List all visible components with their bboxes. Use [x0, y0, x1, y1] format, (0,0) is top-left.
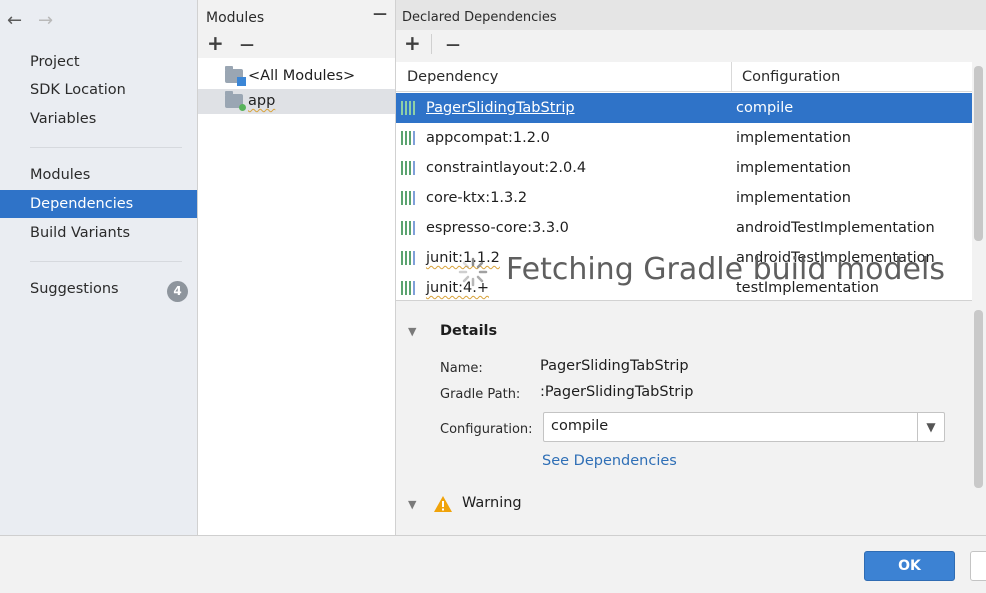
module-folder-icon [225, 91, 246, 111]
see-dependencies-link[interactable]: See Dependencies [542, 453, 677, 469]
warning-icon [434, 496, 452, 512]
modules-header: Modules — [198, 0, 395, 30]
back-arrow-icon[interactable]: ← [7, 10, 22, 31]
nav-item-modules[interactable]: Modules [0, 161, 197, 189]
warning-label[interactable]: Warning [462, 495, 522, 511]
nav-item-label: Suggestions [30, 281, 119, 297]
configuration-select-value: compile [551, 418, 609, 434]
module-item-all[interactable]: <All Modules> [198, 64, 395, 89]
dependency-configuration: androidTestImplementation [736, 220, 935, 236]
modules-toolbar: + — [198, 30, 395, 58]
library-icon [401, 251, 418, 265]
dependencies-header: Declared Dependencies [396, 0, 986, 30]
collapse-icon[interactable]: — [373, 6, 387, 22]
table-row[interactable]: PagerSlidingTabStrip compile [396, 93, 972, 123]
dependency-configuration: compile [736, 100, 794, 116]
remove-module-button[interactable]: — [240, 34, 254, 56]
nav-item-dependencies[interactable]: Dependencies [0, 190, 197, 218]
table-row[interactable]: espresso-core:3.3.0 androidTestImplement… [396, 213, 972, 243]
dependency-configuration: implementation [736, 160, 851, 176]
library-icon [401, 131, 418, 145]
cancel-button[interactable] [970, 551, 986, 581]
module-label: <All Modules> [248, 68, 356, 84]
library-icon [401, 101, 418, 115]
scrollbar-thumb[interactable] [974, 66, 983, 241]
details-title: Details [440, 323, 498, 339]
name-label: Name: [440, 361, 483, 376]
nav-item-label: Modules [30, 167, 91, 183]
details-panel: ▼ Details Name: PagerSlidingTabStrip Gra… [396, 300, 972, 535]
nav-item-variables[interactable]: Variables [0, 105, 197, 133]
collapse-triangle-icon[interactable]: ▼ [408, 498, 416, 511]
nav-item-label: Variables [30, 111, 97, 127]
module-item-app[interactable]: app [198, 89, 395, 114]
dialog-footer: OK [0, 535, 986, 593]
library-icon [401, 221, 418, 235]
chevron-down-icon[interactable]: ▼ [917, 413, 944, 441]
ok-button[interactable]: OK [864, 551, 955, 581]
dependency-name: core-ktx:1.3.2 [426, 190, 528, 206]
table-row[interactable]: appcompat:1.2.0 implementation [396, 123, 972, 153]
column-header-dependency[interactable]: Dependency [407, 69, 498, 85]
folder-icon [225, 66, 246, 86]
dependency-name: appcompat:1.2.0 [426, 130, 550, 146]
table-scrollbar[interactable] [972, 62, 986, 300]
gradle-path-label: Gradle Path: [440, 387, 521, 402]
module-label: app [248, 93, 276, 109]
nav-divider [30, 261, 182, 262]
nav-divider [30, 147, 182, 148]
dependency-configuration: implementation [736, 130, 851, 146]
suggestions-count-badge: 4 [167, 281, 188, 302]
declared-dependencies-title: Declared Dependencies [402, 10, 557, 25]
nav-item-label: SDK Location [30, 82, 126, 98]
details-scrollbar[interactable] [972, 300, 986, 535]
nav-item-build-variants[interactable]: Build Variants [0, 219, 197, 247]
nav-item-label: Build Variants [30, 225, 130, 241]
nav-item-suggestions[interactable]: Suggestions 4 [0, 275, 197, 303]
table-header: Dependency Configuration [396, 62, 972, 92]
dependency-name: constraintlayout:2.0.4 [426, 160, 587, 176]
name-value: PagerSlidingTabStrip [540, 358, 689, 374]
library-icon [401, 161, 418, 175]
nav-item-sdk-location[interactable]: SDK Location [0, 76, 197, 104]
dependency-configuration: implementation [736, 190, 851, 206]
add-dependency-button[interactable]: + [404, 32, 421, 54]
loading-message: Fetching Gradle build models [506, 252, 945, 287]
library-icon [401, 191, 418, 205]
library-icon [401, 281, 418, 295]
table-row[interactable]: constraintlayout:2.0.4 implementation [396, 153, 972, 183]
forward-arrow-icon[interactable]: → [38, 10, 53, 31]
configuration-select[interactable]: compile ▼ [543, 412, 945, 442]
add-module-button[interactable]: + [207, 32, 224, 54]
dependency-name: espresso-core:3.3.0 [426, 220, 569, 236]
modules-panel: Modules — + — <All Modules> app [197, 0, 396, 535]
nav-item-label: Project [30, 54, 80, 70]
gradle-path-value: :PagerSlidingTabStrip [540, 384, 694, 400]
configuration-label: Configuration: [440, 422, 533, 437]
settings-nav: ← → Project SDK Location Variables Modul… [0, 0, 197, 535]
dependencies-toolbar: + — [396, 30, 986, 58]
dependency-name: PagerSlidingTabStrip [426, 100, 575, 116]
scrollbar-thumb[interactable] [974, 310, 983, 488]
column-header-configuration[interactable]: Configuration [742, 69, 840, 85]
table-row[interactable]: core-ktx:1.3.2 implementation [396, 183, 972, 213]
modules-list: <All Modules> app [198, 58, 395, 535]
modules-title: Modules [206, 10, 265, 26]
loading-spinner-icon [458, 257, 488, 287]
remove-dependency-button[interactable]: — [446, 34, 460, 56]
nav-item-label: Dependencies [30, 196, 134, 212]
collapse-triangle-icon[interactable]: ▼ [408, 325, 416, 338]
nav-item-project[interactable]: Project [0, 48, 197, 76]
